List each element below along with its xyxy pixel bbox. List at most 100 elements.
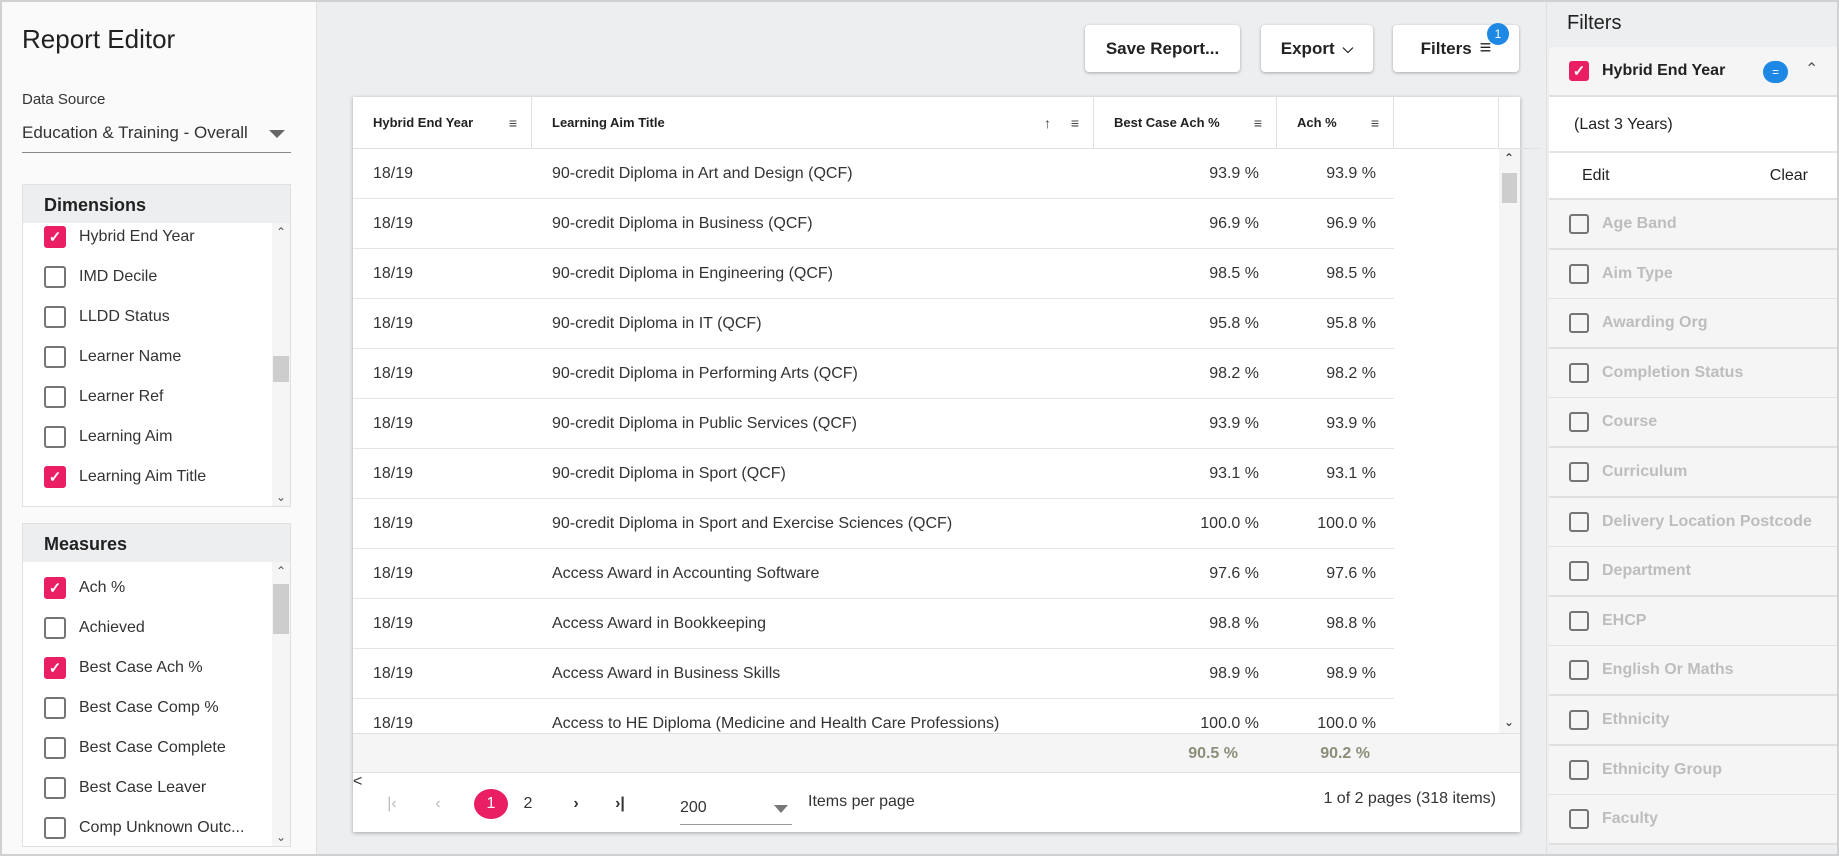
checkbox-unchecked[interactable] — [44, 426, 66, 448]
previous-page-icon[interactable]: ‹ — [421, 789, 455, 819]
list-item-learning-aim[interactable]: Learning Aim — [23, 417, 272, 457]
filter-item-ehcp[interactable]: EHCP — [1549, 596, 1839, 647]
checkbox-unchecked[interactable] — [44, 266, 66, 288]
scroll-up-icon[interactable]: ⌃ — [272, 564, 290, 578]
list-item-achieved[interactable]: Achieved — [23, 608, 272, 648]
checkbox-unchecked[interactable] — [1569, 759, 1589, 780]
filter-item-aim-type[interactable]: Aim Type — [1549, 249, 1839, 300]
table-row[interactable]: 18/19 90-credit Diploma in Sport (QCF) 93.… — [353, 449, 1394, 499]
filter-item-faculty[interactable]: Faculty — [1549, 795, 1839, 846]
checkbox-unchecked[interactable] — [1569, 511, 1589, 532]
table-row[interactable]: 18/19 90-credit Diploma in IT (QCF) 95.8 %… — [353, 299, 1394, 349]
checkbox-unchecked[interactable] — [44, 737, 66, 759]
checkbox-unchecked[interactable] — [44, 306, 66, 328]
table-row[interactable]: 18/19 Access to HE Diploma (Medicine and … — [353, 699, 1394, 733]
table-row[interactable]: 18/19 90-credit Diploma in Performing Art… — [353, 349, 1394, 399]
scroll-up-icon[interactable]: ⌃ — [1504, 151, 1514, 165]
chevron-up-icon[interactable]: ⌃ — [1805, 59, 1818, 79]
checkbox-unchecked[interactable] — [44, 697, 66, 719]
active-filter-hybrid-end-year[interactable]: ✓ Hybrid End Year = ⌃ — [1549, 47, 1839, 97]
column-header-best-case-ach[interactable]: Best Case Ach % ≡ — [1094, 97, 1277, 149]
list-item-learning-aim-title[interactable]: ✓ Learning Aim Title — [23, 457, 272, 497]
measures-scrollbar[interactable]: ⌃ ⌄ — [272, 562, 290, 846]
list-item-comp-unknown-outc[interactable]: Comp Unknown Outc... — [23, 808, 272, 846]
checkbox-unchecked[interactable] — [1569, 214, 1589, 234]
scroll-down-icon[interactable]: ⌄ — [1504, 715, 1514, 729]
page-1-button[interactable]: 1 — [474, 789, 508, 819]
sort-ascending-icon[interactable]: ↑ — [1044, 115, 1051, 131]
checkbox-unchecked[interactable] — [44, 617, 66, 639]
filter-item-course[interactable]: Course — [1549, 398, 1839, 449]
list-item-best-case-leaver[interactable]: Best Case Leaver — [23, 768, 272, 808]
checkbox-unchecked[interactable] — [1569, 660, 1589, 681]
checkbox-checked[interactable]: ✓ — [44, 657, 66, 679]
first-page-icon[interactable]: |‹ — [375, 789, 409, 819]
checkbox-unchecked[interactable] — [44, 777, 66, 799]
operator-badge[interactable]: = — [1763, 61, 1788, 83]
table-row[interactable]: 18/19 90-credit Diploma in Engineering (Q… — [353, 249, 1394, 299]
export-button[interactable]: Export ⌵ — [1261, 25, 1373, 72]
filter-icon[interactable]: ≡ — [509, 115, 517, 131]
table-row[interactable]: 18/19 Access Award in Business Skills 98.9… — [353, 649, 1394, 699]
column-header-hybrid-end-year[interactable]: Hybrid End Year ≡ — [353, 97, 532, 149]
filter-item-ethnicity-group[interactable]: Ethnicity Group — [1549, 745, 1839, 796]
data-source-select[interactable]: Education & Training - Overall — [22, 120, 291, 153]
checkbox-unchecked[interactable] — [1569, 462, 1589, 482]
scroll-down-icon[interactable]: ⌄ — [272, 490, 290, 504]
filter-item-delivery-location-postcode[interactable]: Delivery Location Postcode — [1549, 497, 1839, 548]
list-item-partial[interactable] — [23, 497, 272, 506]
next-page-icon[interactable]: › — [559, 789, 593, 819]
filter-item-age-band[interactable]: Age Band — [1549, 200, 1839, 250]
checkbox-unchecked[interactable] — [1569, 263, 1589, 284]
checkbox-unchecked[interactable] — [1569, 809, 1589, 830]
list-item-best-case-comp[interactable]: Best Case Comp % — [23, 688, 272, 728]
scroll-down-icon[interactable]: ⌄ — [272, 830, 290, 844]
checkbox-unchecked[interactable] — [1569, 710, 1589, 730]
filter-icon[interactable]: ≡ — [1071, 115, 1079, 131]
checkbox-unchecked[interactable] — [1569, 412, 1589, 433]
checkbox-checked[interactable]: ✓ — [44, 577, 66, 599]
table-row[interactable]: 18/19 90-credit Diploma in Business (QCF)… — [353, 199, 1394, 249]
filter-item-department[interactable]: Department — [1549, 547, 1839, 598]
checkbox-checked[interactable]: ✓ — [44, 226, 66, 248]
scroll-up-icon[interactable]: ⌃ — [272, 225, 290, 239]
checkbox-unchecked[interactable] — [44, 817, 66, 839]
table-row[interactable]: 18/19 Access Award in Bookkeeping 98.8 % 98… — [353, 599, 1394, 649]
filter-icon[interactable]: ≡ — [1254, 115, 1262, 131]
list-item-best-case-complete[interactable]: Best Case Complete — [23, 728, 272, 768]
page-2-button[interactable]: 2 — [511, 789, 545, 819]
list-item-best-case-ach[interactable]: ✓ Best Case Ach % — [23, 648, 272, 688]
table-scrollbar[interactable]: ⌃ ⌄ — [1499, 149, 1520, 733]
checkbox-unchecked[interactable] — [1569, 561, 1589, 582]
checkbox-checked[interactable]: ✓ — [44, 466, 66, 488]
clear-filter-button[interactable]: Clear — [1770, 167, 1808, 185]
list-item-learner-name[interactable]: Learner Name — [23, 337, 272, 377]
dimensions-scrollbar[interactable]: ⌃ ⌄ — [272, 223, 290, 506]
checkbox-unchecked[interactable] — [44, 386, 66, 408]
table-row[interactable]: 18/19 90-credit Diploma in Sport and Exer… — [353, 499, 1394, 549]
checkbox-unchecked[interactable] — [1569, 313, 1589, 334]
filter-item-ethnicity[interactable]: Ethnicity — [1549, 696, 1839, 746]
list-item-ach[interactable]: ✓ Ach % — [23, 568, 272, 608]
list-item-imd-decile[interactable]: IMD Decile — [23, 257, 272, 297]
list-item-lldd-status[interactable]: LLDD Status — [23, 297, 272, 337]
filter-icon[interactable]: ≡ — [1371, 115, 1379, 131]
filter-item-english-or-maths[interactable]: English Or Maths — [1549, 646, 1839, 697]
checkbox-unchecked[interactable] — [1569, 362, 1589, 383]
table-row[interactable]: 18/19 Access Award in Accounting Software… — [353, 549, 1394, 599]
checkbox-checked[interactable]: ✓ — [1569, 61, 1589, 81]
checkbox-unchecked[interactable] — [44, 346, 66, 368]
edit-filter-button[interactable]: Edit — [1582, 167, 1610, 185]
list-item-learner-ref[interactable]: Learner Ref — [23, 377, 272, 417]
filter-item-awarding-org[interactable]: Awarding Org — [1549, 299, 1839, 350]
filter-item-completion-status[interactable]: Completion Status — [1549, 348, 1839, 399]
page-size-select[interactable]: 200 — [680, 791, 792, 825]
column-header-learning-aim-title[interactable]: Learning Aim Title ↑ ≡ — [532, 97, 1094, 149]
table-row[interactable]: 18/19 90-credit Diploma in Public Service… — [353, 399, 1394, 449]
table-row[interactable]: 18/19 90-credit Diploma in Art and Design… — [353, 149, 1394, 199]
save-report-button[interactable]: Save Report... — [1085, 25, 1240, 72]
checkbox-unchecked[interactable] — [1569, 610, 1589, 631]
filter-item-curriculum[interactable]: Curriculum — [1549, 448, 1839, 498]
list-item-hybrid-end-year[interactable]: ✓ Hybrid End Year — [23, 217, 272, 257]
last-page-icon[interactable]: ›| — [603, 789, 637, 819]
